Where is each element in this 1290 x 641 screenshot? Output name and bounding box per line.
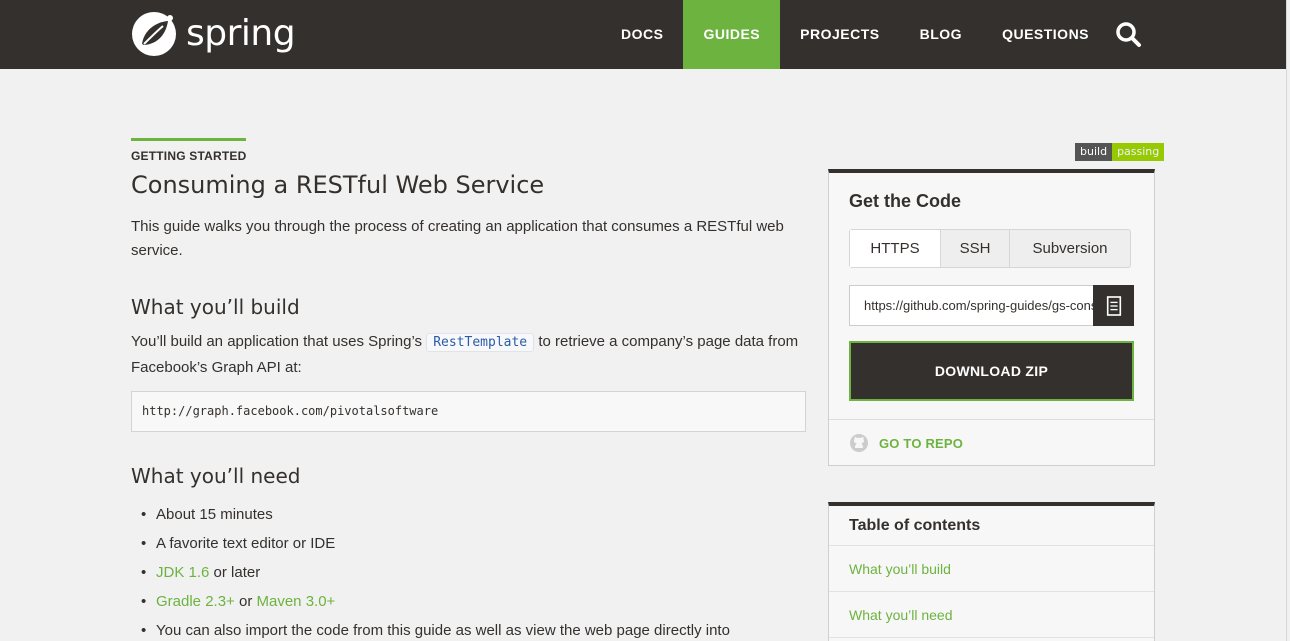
badge-status: passing <box>1112 143 1165 161</box>
go-to-repo-label: GO TO REPO <box>879 435 964 451</box>
requirements-list: About 15 minutes A favorite text editor … <box>131 500 806 641</box>
nav-questions[interactable]: QUESTIONS <box>982 0 1109 69</box>
eyebrow-label: GETTING STARTED <box>131 149 247 163</box>
maven-link[interactable]: Maven 3.0+ <box>257 593 336 610</box>
logo-wordmark: spring <box>186 13 296 54</box>
jdk-suffix: or later <box>209 564 261 581</box>
section-heading-build: What you’ll build <box>131 295 300 319</box>
list-item: About 15 minutes <box>131 500 806 529</box>
list-item: A favorite text editor or IDE <box>131 529 806 558</box>
nav-projects[interactable]: PROJECTS <box>780 0 899 69</box>
guide-content: GETTING STARTED Consuming a RESTful Web … <box>131 138 806 641</box>
tab-subversion[interactable]: Subversion <box>1009 230 1130 267</box>
resttemplate-code: RestTemplate <box>426 333 535 352</box>
protocol-tabs: HTTPS SSH Subversion <box>849 229 1131 268</box>
page-title: Consuming a RESTful Web Service <box>131 171 545 199</box>
build-text-before: You’ll build an application that uses Sp… <box>131 333 423 350</box>
spring-leaf-icon <box>132 12 176 56</box>
get-the-code-panel: Get the Code HTTPS SSH Subversion https:… <box>828 169 1155 466</box>
top-navbar: spring DOCS GUIDES PROJECTS BLOG QUESTIO… <box>0 0 1286 69</box>
badge-label: build <box>1075 143 1113 161</box>
eyebrow-accent-bar <box>131 138 246 141</box>
toc-item-build[interactable]: What you’ll build <box>829 546 1154 592</box>
get-code-title: Get the Code <box>849 191 962 211</box>
toc-item-need[interactable]: What you’ll need <box>829 592 1154 638</box>
code-block: http://graph.facebook.com/pivotalsoftwar… <box>131 391 806 432</box>
spring-logo[interactable]: spring <box>130 10 296 58</box>
github-icon <box>850 434 868 452</box>
tab-ssh[interactable]: SSH <box>940 230 1009 267</box>
section-heading-need: What you’ll need <box>131 464 301 488</box>
build-status-badge: build passing <box>1075 143 1165 161</box>
build-paragraph: You’ll build an application that uses Sp… <box>131 329 806 380</box>
gradle-link[interactable]: Gradle 2.3+ <box>156 593 235 610</box>
divider <box>829 419 1154 420</box>
page-scrollbar[interactable] <box>1286 0 1290 641</box>
toc-title: Table of contents <box>829 506 1154 546</box>
nav-blog[interactable]: BLOG <box>900 0 982 69</box>
jdk-link[interactable]: JDK 1.6 <box>156 564 209 581</box>
intro-paragraph: This guide walks you through the process… <box>131 218 784 259</box>
download-zip-button[interactable]: DOWNLOAD ZIP <box>849 341 1134 401</box>
repo-url-input[interactable]: https://github.com/spring-guides/gs-cons… <box>849 285 1093 326</box>
list-item: Gradle 2.3+ or Maven 3.0+ <box>131 587 806 616</box>
tab-https[interactable]: HTTPS <box>850 230 940 267</box>
copy-url-button[interactable] <box>1093 285 1134 326</box>
go-to-repo-link[interactable]: GO TO REPO <box>849 433 963 453</box>
search-icon[interactable] <box>1112 18 1144 50</box>
list-item: You can also import the code from this g… <box>131 616 806 641</box>
table-of-contents: Table of contents What you’ll build What… <box>828 502 1155 641</box>
nav-guides[interactable]: GUIDES <box>683 0 781 69</box>
clipboard-icon <box>1106 295 1121 316</box>
or-text: or <box>234 593 257 610</box>
list-item: JDK 1.6 or later <box>131 558 806 587</box>
nav-docs[interactable]: DOCS <box>601 0 683 69</box>
main-nav: DOCS GUIDES PROJECTS BLOG QUESTIONS <box>601 0 1109 69</box>
